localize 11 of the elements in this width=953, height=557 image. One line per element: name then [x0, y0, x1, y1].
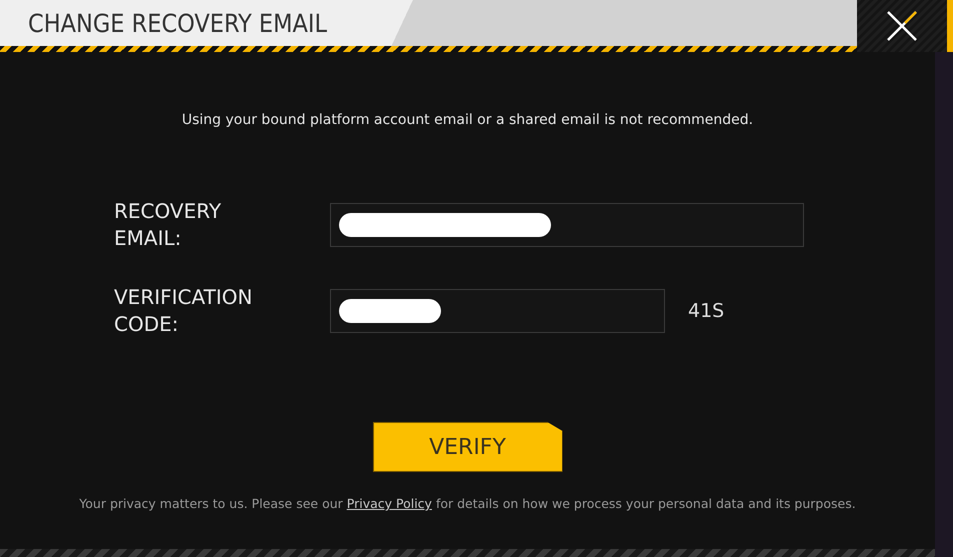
countdown-timer: 41S: [688, 300, 724, 322]
close-button[interactable]: [857, 0, 953, 52]
privacy-policy-link[interactable]: Privacy Policy: [346, 496, 432, 511]
close-icon: [885, 9, 919, 43]
dialog-title: CHANGE RECOVERY EMAIL: [28, 8, 328, 38]
input-field[interactable]: [330, 203, 804, 247]
privacy-text: Your privacy matters to us. Please see our Privacy Policy for details on how we process your personal data and its purposes.: [79, 496, 856, 511]
verify-button[interactable]: VERIFY: [372, 422, 562, 472]
notice-text: Using your bound platform account email or a shared email is not recommended.: [182, 112, 754, 128]
field-label: RECOVERY EMAIL:: [114, 198, 222, 252]
field-label: VERIFICATION CODE:: [114, 284, 254, 338]
